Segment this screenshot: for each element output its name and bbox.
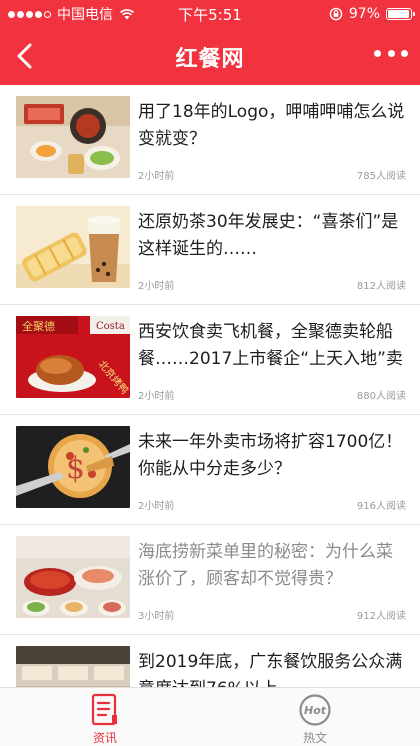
- carrier-label: 中国电信: [57, 7, 113, 23]
- article-read-count: 785人阅读: [356, 171, 406, 182]
- article-read-count: 912人阅读: [356, 611, 406, 622]
- article-thumbnail: $: [16, 426, 130, 508]
- hot-icon: Hot: [299, 694, 331, 726]
- dollar-sign: $: [66, 451, 85, 486]
- article-title: 用了18年的Logo，呷哺呷哺怎么说变就变？: [138, 102, 405, 149]
- article-thumbnail: [16, 206, 130, 288]
- article-item[interactable]: 还原奶茶30年发展史：“喜茶们”是这样诞生的…… 2小时前 812人阅读: [0, 195, 420, 305]
- article-thumbnail: [16, 646, 130, 687]
- article-read-count: 880人阅读: [356, 391, 406, 402]
- rotation-lock-icon: [329, 7, 343, 21]
- article-title: 西安饮食卖飞机餐，全聚德卖轮船餐……2017上市餐企“上天入地”卖: [138, 322, 403, 369]
- article-time: 2小时前: [138, 281, 175, 292]
- article-time: 3小时前: [138, 611, 175, 622]
- tab-news-label: 资讯: [92, 731, 117, 745]
- signal-icon: [8, 10, 51, 18]
- tab-news[interactable]: 资讯: [0, 688, 210, 746]
- article-title: 到2019年底，广东餐饮服务公众满意度达到76%以上: [138, 652, 403, 687]
- navigation-bar: 红餐网: [0, 28, 420, 85]
- article-thumbnail: [16, 96, 130, 178]
- tab-hot-label: 热文: [302, 731, 327, 745]
- article-time: 2小时前: [138, 171, 175, 182]
- article-item[interactable]: 海底捞新菜单里的秘密：为什么菜涨价了，顾客却不觉得贵？ 3小时前 912人阅读: [0, 525, 420, 635]
- back-icon[interactable]: [12, 40, 40, 72]
- article-thumbnail: [16, 536, 130, 618]
- article-title: 海底捞新菜单里的秘密：为什么菜涨价了，顾客却不觉得贵？: [138, 542, 393, 589]
- article-title: 未来一年外卖市场将扩容1700亿！你能从中分走多少？: [138, 432, 403, 479]
- page-title: 红餐网: [175, 46, 245, 72]
- quanjude-logo: 全聚德: [22, 319, 55, 333]
- article-time: 2小时前: [138, 501, 175, 512]
- battery-icon: [386, 8, 415, 20]
- article-title: 还原奶茶30年发展史：“喜茶们”是这样诞生的……: [138, 212, 399, 259]
- article-item[interactable]: 全聚德 Costa 北京烤鸭 西安饮食卖飞机餐，全聚德卖轮船餐……2017上市餐…: [0, 305, 420, 415]
- more-dots-icon[interactable]: [374, 50, 408, 62]
- article-item[interactable]: 用了18年的Logo，呷哺呷哺怎么说变就变？ 2小时前 785人阅读: [0, 85, 420, 195]
- costa-logo: Costa: [96, 321, 125, 332]
- article-list: 用了18年的Logo，呷哺呷哺怎么说变就变？ 2小时前 785人阅读 还原奶茶3…: [0, 85, 420, 687]
- status-bar: 中国电信 下午5:51 97%: [0, 0, 420, 28]
- battery-label: 97%: [348, 6, 380, 22]
- status-right: 97%: [262, 6, 415, 22]
- article-thumbnail: 全聚德 Costa 北京烤鸭: [16, 316, 130, 398]
- article-item[interactable]: $ 未来一年外卖市场将扩容1700亿！你能从中分走多少？ 2小时前 916人阅读: [0, 415, 420, 525]
- article-time: 2小时前: [138, 391, 175, 402]
- article-item[interactable]: 到2019年底，广东餐饮服务公众满意度达到76%以上: [0, 635, 420, 687]
- tab-hot[interactable]: Hot 热文: [210, 688, 420, 746]
- bottom-tab-bar: 资讯 Hot 热文: [0, 687, 420, 746]
- article-read-count: 916人阅读: [356, 501, 406, 512]
- wifi-icon: [120, 9, 134, 20]
- status-left: 中国电信: [8, 4, 158, 24]
- news-icon: [91, 693, 117, 726]
- article-read-count: 812人阅读: [356, 281, 406, 292]
- svg-text:Hot: Hot: [304, 704, 327, 717]
- status-time: 下午5:51: [178, 5, 242, 24]
